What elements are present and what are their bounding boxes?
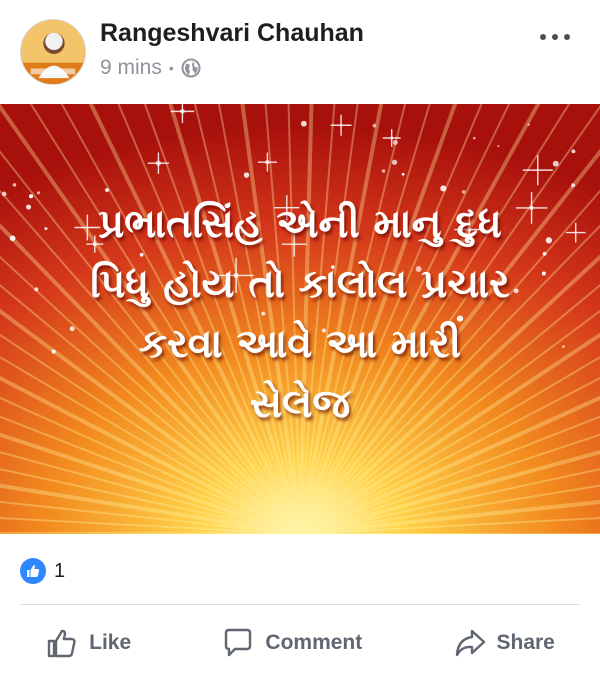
like-button[interactable]: Like: [31, 620, 145, 666]
dot: [540, 34, 546, 40]
post-author[interactable]: Rangeshvari Chauhan: [100, 19, 364, 48]
image-text-line: પ્રભાતસિંહ એની માનુ દુધ: [98, 201, 502, 247]
post-image[interactable]: પ્રભાતસિંહ એની માનુ દુધ પિધુ હોય તો કાલો…: [0, 104, 600, 534]
post-timestamp[interactable]: 9 mins: [100, 56, 162, 80]
comment-icon: [221, 626, 255, 660]
post-meta: 9 mins •: [100, 56, 201, 80]
dot: [564, 34, 570, 40]
image-text-line: કરવા આવે આ મારી: [138, 321, 462, 367]
post-actions: Like Comment Share: [0, 612, 600, 674]
like-label: Like: [89, 631, 132, 654]
meta-separator: •: [168, 60, 174, 76]
thumbs-up-icon: [45, 626, 79, 660]
divider: [20, 604, 580, 605]
image-text-line: સેલેજ: [249, 381, 351, 427]
post-header: Rangeshvari Chauhan 9 mins •: [0, 0, 600, 104]
post-image-text: પ્રભાતસિંહ એની માનુ દુધ પિધુ હોય તો કાલો…: [20, 194, 580, 434]
avatar[interactable]: [20, 19, 86, 85]
reaction-summary[interactable]: 1: [20, 558, 65, 584]
comment-label: Comment: [265, 631, 363, 654]
dot: [552, 34, 558, 40]
avatar-image: [21, 20, 85, 84]
comment-button[interactable]: Comment: [207, 620, 376, 666]
globe-icon: [181, 58, 201, 78]
reaction-count: 1: [54, 559, 66, 582]
share-label: Share: [496, 631, 555, 654]
like-icon: [20, 558, 46, 584]
more-options-icon[interactable]: [540, 30, 570, 44]
share-button[interactable]: Share: [439, 620, 569, 666]
share-icon: [453, 626, 487, 660]
image-text-line: પિધુ હોય તો કાલોલ પ્રચાર: [90, 261, 510, 307]
